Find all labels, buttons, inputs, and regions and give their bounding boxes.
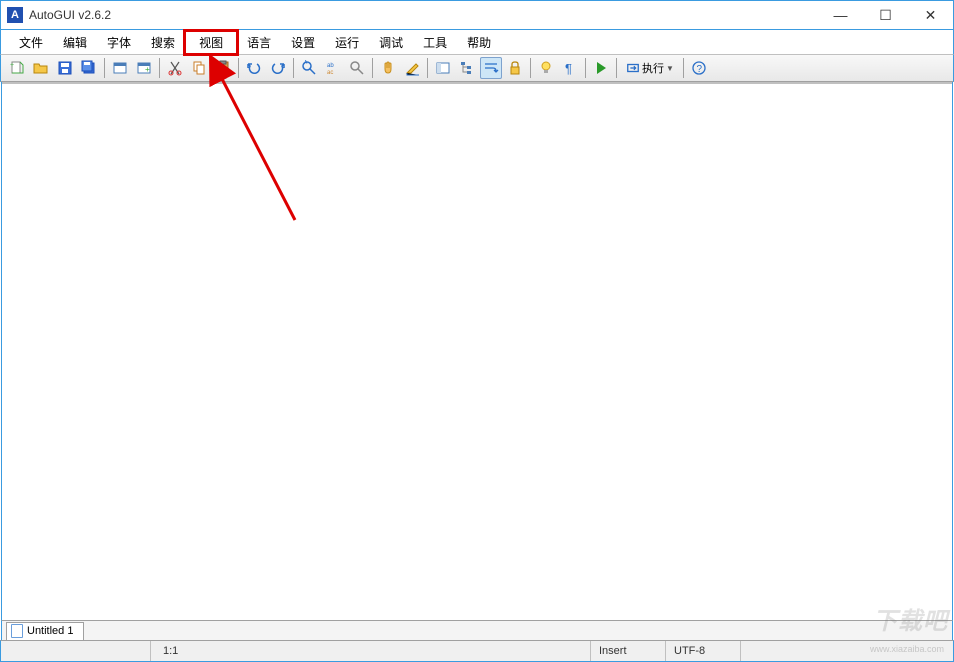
menu-font[interactable]: 字体	[97, 31, 141, 54]
play-button[interactable]	[590, 57, 612, 79]
menu-run[interactable]: 运行	[325, 31, 369, 54]
dropdown-icon: ▼	[666, 64, 674, 73]
toolbar-separator	[293, 58, 294, 78]
wrap-button[interactable]	[480, 57, 502, 79]
toolbar-separator	[427, 58, 428, 78]
menu-tools[interactable]: 工具	[413, 31, 457, 54]
cut-button[interactable]	[164, 57, 186, 79]
close-button[interactable]: ✕	[908, 1, 953, 29]
menu-bar: 文件 编辑 字体 搜索 视图 语言 设置 运行 调试 工具 帮助	[0, 30, 954, 54]
save-all-button[interactable]	[78, 57, 100, 79]
bulb-button[interactable]	[535, 57, 557, 79]
toolbar-separator	[530, 58, 531, 78]
open-file-button[interactable]	[30, 57, 52, 79]
new-file-button[interactable]: +	[6, 57, 28, 79]
help-button[interactable]: ?	[688, 57, 710, 79]
menu-debug[interactable]: 调试	[369, 31, 413, 54]
menu-file[interactable]: 文件	[9, 31, 53, 54]
new-window-button[interactable]: +	[133, 57, 155, 79]
document-tab-strip: Untitled 1	[1, 620, 953, 640]
minimize-button[interactable]: —	[818, 1, 863, 29]
find-button[interactable]: A	[298, 57, 320, 79]
hand-button[interactable]	[377, 57, 399, 79]
status-blank	[1, 641, 151, 661]
menu-search[interactable]: 搜索	[141, 31, 185, 54]
maximize-button[interactable]: ☐	[863, 1, 908, 29]
svg-text:¶: ¶	[565, 61, 572, 76]
document-tab[interactable]: Untitled 1	[6, 622, 84, 640]
svg-text:+: +	[10, 62, 14, 69]
menu-edit[interactable]: 编辑	[53, 31, 97, 54]
editor-area	[1, 82, 953, 620]
app-icon: A	[7, 7, 23, 23]
run-label-text: 执行	[642, 60, 664, 76]
status-position: 1:1	[151, 641, 591, 661]
redo-button[interactable]	[267, 57, 289, 79]
run-label-button[interactable]: 执行 ▼	[621, 57, 679, 79]
menu-settings[interactable]: 设置	[281, 31, 325, 54]
svg-text:?: ?	[696, 64, 702, 75]
document-tab-label: Untitled 1	[27, 625, 73, 637]
status-encoding: UTF-8	[666, 641, 741, 661]
svg-text:ab: ab	[327, 63, 334, 69]
status-bar: 1:1 Insert UTF-8	[0, 640, 954, 662]
toolbar-separator	[238, 58, 239, 78]
tree-button[interactable]	[456, 57, 478, 79]
toolbar-separator	[683, 58, 684, 78]
toolbar-separator	[585, 58, 586, 78]
document-icon	[11, 624, 23, 638]
svg-text:ac: ac	[327, 70, 333, 76]
menu-help[interactable]: 帮助	[457, 31, 501, 54]
save-button[interactable]	[54, 57, 76, 79]
menu-language[interactable]: 语言	[237, 31, 281, 54]
toolbar-separator	[372, 58, 373, 78]
pencil-button[interactable]	[401, 57, 423, 79]
pilcrow-button[interactable]: ¶	[559, 57, 581, 79]
toolbar-separator	[104, 58, 105, 78]
copy-button[interactable]	[188, 57, 210, 79]
panel-button[interactable]	[432, 57, 454, 79]
lock-button[interactable]	[504, 57, 526, 79]
svg-text:+: +	[145, 65, 150, 74]
zoom-button[interactable]	[346, 57, 368, 79]
toolbar-separator	[159, 58, 160, 78]
toolbar-separator	[616, 58, 617, 78]
window-button[interactable]	[109, 57, 131, 79]
undo-button[interactable]	[243, 57, 265, 79]
window-controls: — ☐ ✕	[818, 1, 953, 29]
toolbar: + + A abac ¶ 执行 ▼ ?	[0, 54, 954, 82]
svg-text:A: A	[304, 60, 308, 66]
menu-view[interactable]: 视图	[185, 31, 237, 54]
replace-button[interactable]: abac	[322, 57, 344, 79]
text-editor[interactable]	[2, 84, 952, 620]
title-bar: A AutoGUI v2.6.2 — ☐ ✕	[0, 0, 954, 30]
window-title: AutoGUI v2.6.2	[29, 8, 818, 22]
paste-button[interactable]	[212, 57, 234, 79]
status-mode: Insert	[591, 641, 666, 661]
